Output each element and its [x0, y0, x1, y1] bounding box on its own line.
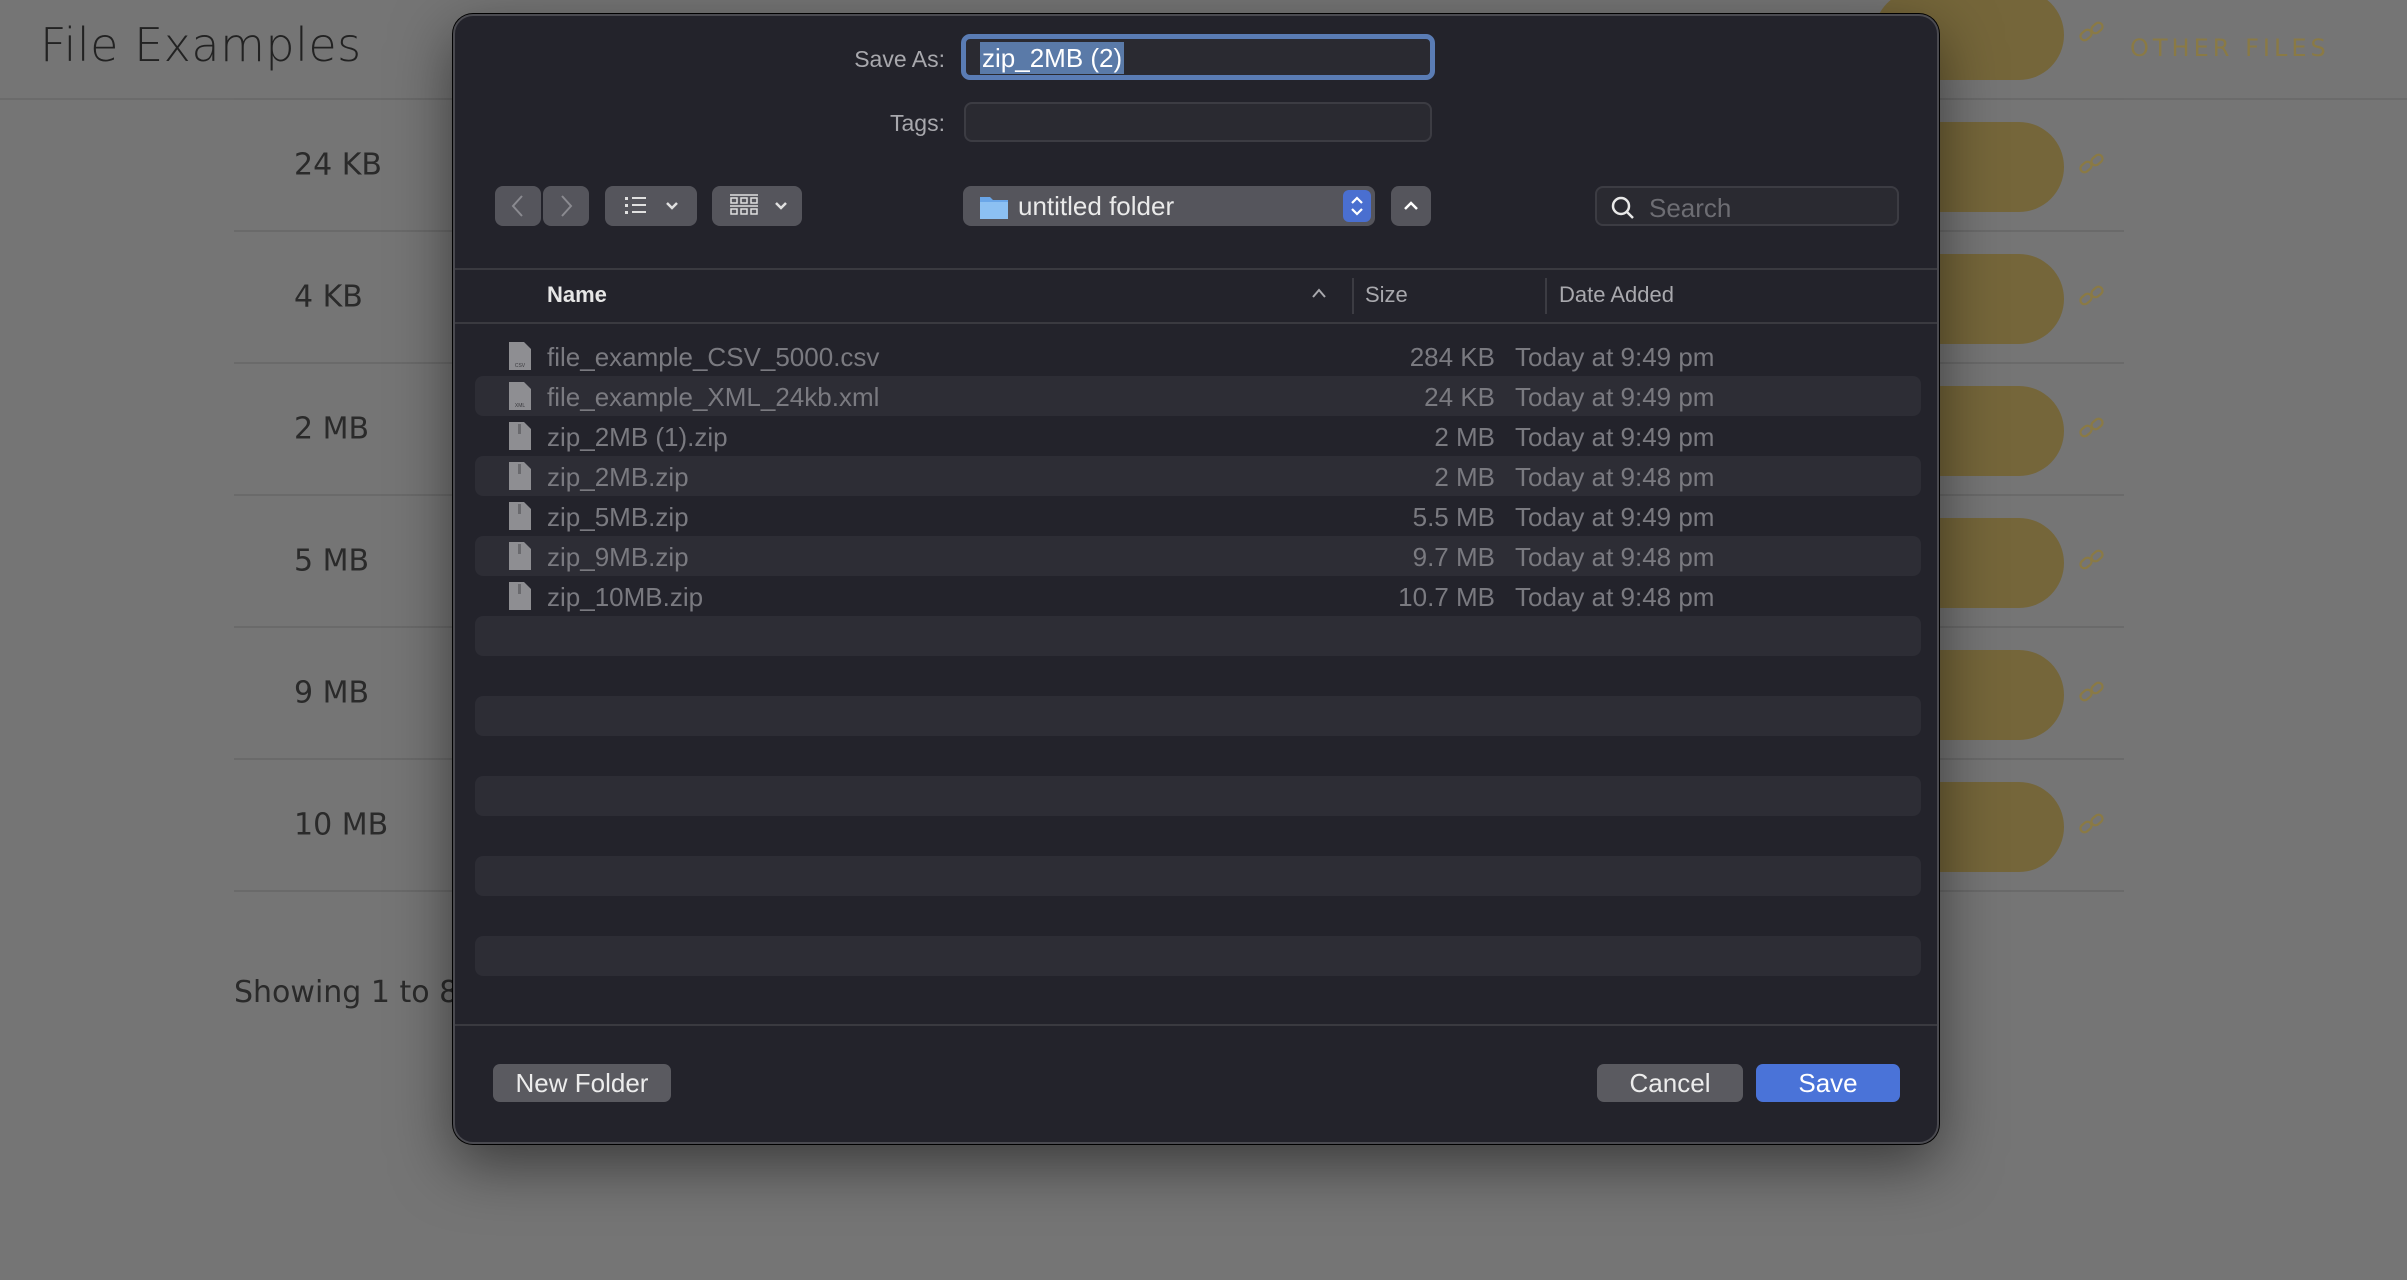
link-icon[interactable] — [2078, 414, 2106, 442]
file-row[interactable]: zip_9MB.zip 9.7 MB Today at 9:48 pm — [475, 536, 1921, 576]
file-list[interactable]: CSV file_example_CSV_5000.csv 284 KB Toda… — [475, 336, 1921, 1036]
link-icon[interactable] — [2078, 546, 2106, 574]
link-icon[interactable] — [2078, 678, 2106, 706]
empty-row — [475, 896, 1921, 936]
chevron-left-icon — [511, 195, 523, 217]
file-name: zip_5MB.zip — [547, 502, 689, 532]
file-size: 284 KB — [1409, 342, 1495, 372]
expand-dialog-button[interactable] — [1391, 186, 1431, 226]
divider — [455, 322, 1937, 324]
chevron-right-icon — [561, 195, 573, 217]
empty-row — [475, 656, 1921, 696]
link-icon[interactable] — [2078, 18, 2106, 46]
tags-input[interactable] — [964, 102, 1432, 142]
zip-file-icon — [509, 462, 531, 490]
empty-row — [475, 816, 1921, 856]
save-as-input[interactable]: zip_2MB (2) — [961, 34, 1435, 80]
file-row[interactable]: CSV file_example_CSV_5000.csv 284 KB Toda… — [475, 336, 1921, 376]
nav-other-files[interactable]: OTHER FILES — [2130, 34, 2330, 62]
svg-text:XML: XML — [515, 403, 526, 409]
empty-row — [475, 776, 1921, 816]
folder-icon — [980, 197, 1008, 219]
file-date-added: Today at 9:48 pm — [1515, 542, 1715, 572]
search-placeholder: Search — [1649, 193, 1732, 223]
file-name: zip_2MB.zip — [547, 462, 689, 492]
file-name: file_example_XML_24kb.xml — [547, 382, 880, 412]
chevron-up-icon — [1404, 201, 1418, 210]
save-as-label: Save As: — [854, 46, 945, 72]
tags-label: Tags: — [890, 110, 945, 136]
file-size: 10 MB — [294, 807, 389, 843]
zip-file-icon — [509, 502, 531, 530]
file-date-added: Today at 9:49 pm — [1515, 502, 1715, 532]
file-size: 24 KB — [1424, 382, 1495, 412]
file-row[interactable]: zip_5MB.zip 5.5 MB Today at 9:49 pm — [475, 496, 1921, 536]
column-header-date-added[interactable]: Date Added — [1559, 282, 1674, 308]
file-name: zip_2MB (1).zip — [547, 422, 728, 452]
xml-file-icon: XML — [509, 382, 531, 410]
zip-file-icon — [509, 542, 531, 570]
pagination-info: Showing 1 to 8 o — [234, 975, 487, 1010]
file-size: 24 KB — [294, 147, 382, 183]
file-row[interactable]: zip_2MB (1).zip 2 MB Today at 9:49 pm — [475, 416, 1921, 456]
empty-row — [475, 736, 1921, 776]
file-row[interactable]: zip_10MB.zip 10.7 MB Today at 9:48 pm — [475, 576, 1921, 616]
zip-file-icon — [509, 582, 531, 610]
column-header-name[interactable]: Name — [547, 282, 607, 308]
link-icon[interactable] — [2078, 810, 2106, 838]
list-icon — [625, 197, 678, 214]
empty-row — [475, 856, 1921, 896]
search-icon — [1611, 196, 1634, 219]
file-row[interactable]: XML file_example_XML_24kb.xml 24 KB Today… — [475, 376, 1921, 416]
file-name: zip_10MB.zip — [547, 582, 704, 612]
file-size: 5 MB — [294, 543, 370, 579]
file-date-added: Today at 9:49 pm — [1515, 382, 1715, 412]
cancel-button[interactable]: Cancel — [1597, 1064, 1743, 1102]
grid-icon — [730, 194, 787, 215]
file-size: 9.7 MB — [1412, 542, 1495, 572]
search-input[interactable]: Search — [1595, 186, 1899, 226]
zip-file-icon — [509, 422, 531, 450]
column-header-size[interactable]: Size — [1365, 282, 1408, 308]
link-icon[interactable] — [2078, 282, 2106, 310]
save-dialog: Save As: zip_2MB (2) Tags: untitled fold… — [453, 14, 1939, 1144]
sort-ascending-icon — [1312, 288, 1326, 298]
save-button[interactable]: Save — [1756, 1064, 1900, 1102]
divider — [455, 1024, 1937, 1026]
file-name: zip_9MB.zip — [547, 542, 689, 572]
column-divider[interactable] — [1545, 278, 1547, 314]
file-date-added: Today at 9:49 pm — [1515, 422, 1715, 452]
popup-stepper-icon — [1343, 190, 1371, 222]
empty-row — [475, 976, 1921, 1016]
empty-row — [475, 696, 1921, 736]
back-button[interactable] — [495, 186, 541, 226]
save-as-value[interactable]: zip_2MB (2) — [980, 42, 1125, 74]
file-row[interactable]: zip_2MB.zip 2 MB Today at 9:48 pm — [475, 456, 1921, 496]
empty-row — [475, 616, 1921, 656]
svg-text:CSV: CSV — [515, 363, 526, 369]
group-view-button[interactable] — [712, 186, 802, 226]
column-divider[interactable] — [1352, 278, 1354, 314]
file-name: file_example_CSV_5000.csv — [547, 342, 880, 372]
new-folder-button[interactable]: New Folder — [493, 1064, 671, 1102]
file-size: 2 MB — [1434, 462, 1495, 492]
file-size: 2 MB — [294, 411, 370, 447]
csv-file-icon: CSV — [509, 342, 531, 370]
folder-name: untitled folder — [1018, 191, 1175, 221]
list-view-button[interactable] — [605, 186, 697, 226]
location-popup[interactable]: untitled folder — [963, 186, 1375, 226]
file-date-added: Today at 9:48 pm — [1515, 582, 1715, 612]
file-date-added: Today at 9:49 pm — [1515, 342, 1715, 372]
file-size: 4 KB — [294, 279, 363, 315]
file-size: 9 MB — [294, 675, 370, 711]
file-size: 2 MB — [1434, 422, 1495, 452]
link-icon[interactable] — [2078, 150, 2106, 178]
empty-row — [475, 936, 1921, 976]
file-size: 5.5 MB — [1412, 502, 1495, 532]
divider — [455, 268, 1937, 270]
file-date-added: Today at 9:48 pm — [1515, 462, 1715, 492]
file-size: 10.7 MB — [1398, 582, 1495, 612]
forward-button[interactable] — [543, 186, 589, 226]
